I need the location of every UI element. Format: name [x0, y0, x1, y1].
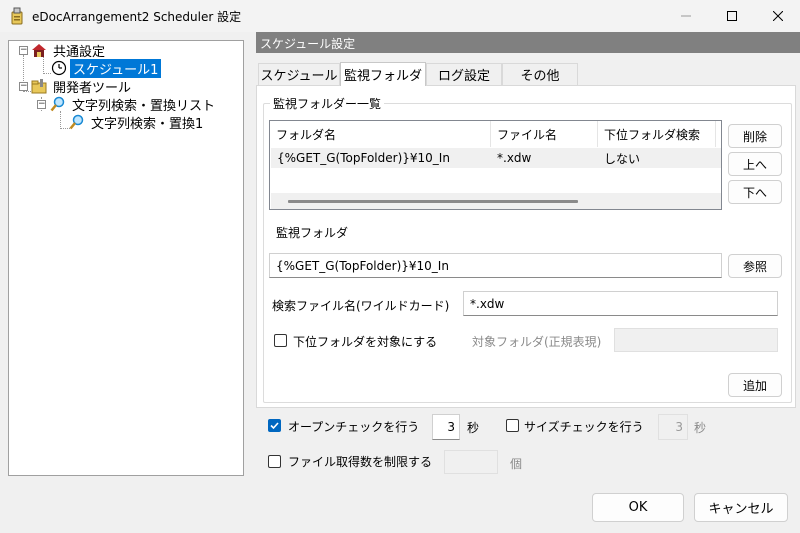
clock-icon — [51, 60, 67, 76]
tree-expander[interactable]: − — [19, 46, 28, 55]
minimize-button[interactable] — [663, 0, 709, 32]
tree-item-label: スケジュール1 — [70, 58, 162, 78]
tree-item-label: 文字列検索・置換リスト — [72, 98, 216, 114]
open-check-label: オープンチェックを行う — [288, 420, 420, 434]
size-check-seconds-input[interactable]: 3 — [658, 414, 688, 440]
filename-input[interactable]: *.xdw — [463, 291, 778, 316]
ok-button[interactable]: OK — [592, 493, 684, 522]
checkmark-icon — [270, 422, 279, 430]
group-label: 監視フォルダー一覧 — [270, 95, 385, 112]
open-check-seconds-input[interactable]: 3 — [432, 414, 460, 440]
cell-filename: *.xdw — [497, 151, 532, 165]
maximize-button[interactable] — [709, 0, 755, 32]
size-check-label: サイズチェックを行う — [524, 420, 644, 434]
monitor-folder-input[interactable]: {%GET_G(TopFolder)}¥10_In — [269, 253, 722, 278]
tab-other[interactable]: その他 — [502, 63, 578, 85]
tab-log-settings[interactable]: ログ設定 — [426, 63, 502, 85]
browse-button[interactable]: 参照 — [728, 254, 782, 278]
limit-checkbox[interactable] — [268, 455, 281, 468]
tab-schedule[interactable]: スケジュール — [258, 63, 340, 85]
monitor-folder-list[interactable]: フォルダ名 ファイル名 下位フォルダ検索 {%GET_G(TopFolder)}… — [269, 120, 722, 210]
panel-header: スケジュール設定 — [256, 32, 800, 53]
open-check-checkbox[interactable] — [268, 419, 281, 432]
monitor-folder-label: 監視フォルダ — [276, 226, 349, 240]
add-button[interactable]: 追加 — [728, 373, 782, 397]
cell-subfolder: しない — [604, 151, 641, 166]
tree-item-label: 開発者ツール — [53, 80, 132, 96]
tree-item-label: 文字列検索・置換1 — [91, 116, 204, 132]
close-button[interactable] — [755, 0, 800, 32]
column-header-folder[interactable]: フォルダ名 — [270, 121, 491, 147]
tab-monitor-folder[interactable]: 監視フォルダ — [340, 62, 426, 86]
window-title: eDocArrangement2 Scheduler 設定 — [32, 10, 242, 24]
move-down-button[interactable]: 下へ — [728, 180, 782, 204]
magnifier-icon — [50, 96, 66, 112]
minimize-icon — [681, 15, 691, 17]
folder-tools-icon — [31, 78, 47, 94]
subfolder-checkbox[interactable] — [274, 334, 287, 347]
tree-item-common-settings[interactable]: 共通設定 — [31, 41, 108, 60]
tree-expander[interactable]: − — [19, 82, 28, 91]
tree-item-label: 共通設定 — [53, 44, 106, 60]
size-check-checkbox[interactable] — [506, 419, 519, 432]
target-folder-label: 対象フォルダ(正規表現) — [472, 335, 602, 349]
tree-expander[interactable]: − — [37, 100, 46, 109]
magnifier-icon — [69, 114, 85, 130]
maximize-icon — [727, 11, 737, 21]
filename-label: 検索ファイル名(ワイルドカード) — [272, 299, 450, 313]
target-folder-input[interactable] — [614, 328, 778, 352]
size-check-unit: 秒 — [694, 421, 707, 435]
tree-item-search-replace-list[interactable]: 文字列検索・置換リスト — [50, 95, 218, 114]
limit-count-input[interactable] — [444, 450, 498, 474]
close-icon — [773, 11, 783, 21]
column-header-subfolder[interactable]: 下位フォルダ検索 — [598, 121, 716, 147]
tree-connector — [43, 73, 51, 74]
column-header-filename[interactable]: ファイル名 — [491, 121, 598, 147]
tree-item-search-replace1[interactable]: 文字列検索・置換1 — [69, 113, 206, 132]
settings-tree[interactable]: − 共通設定 スケジュール1 − 開発者ツール − 文字列検索・置換リスト 文字… — [8, 40, 244, 476]
cell-folder: {%GET_G(TopFolder)}¥10_In — [277, 151, 450, 165]
open-check-unit: 秒 — [467, 421, 480, 435]
house-icon — [31, 42, 47, 58]
tree-connector — [60, 111, 61, 129]
limit-unit: 個 — [510, 457, 523, 471]
app-icon — [9, 7, 25, 25]
subfolder-check-label: 下位フォルダを対象にする — [293, 335, 438, 349]
cancel-button[interactable]: キャンセル — [694, 493, 788, 522]
move-up-button[interactable]: 上へ — [728, 152, 782, 176]
limit-label: ファイル取得数を制限する — [288, 455, 433, 469]
tree-item-developer-tools[interactable]: 開発者ツール — [31, 77, 134, 96]
scrollbar-thumb[interactable] — [288, 200, 578, 203]
delete-button[interactable]: 削除 — [728, 124, 782, 148]
tree-item-schedule1[interactable]: スケジュール1 — [51, 58, 162, 78]
